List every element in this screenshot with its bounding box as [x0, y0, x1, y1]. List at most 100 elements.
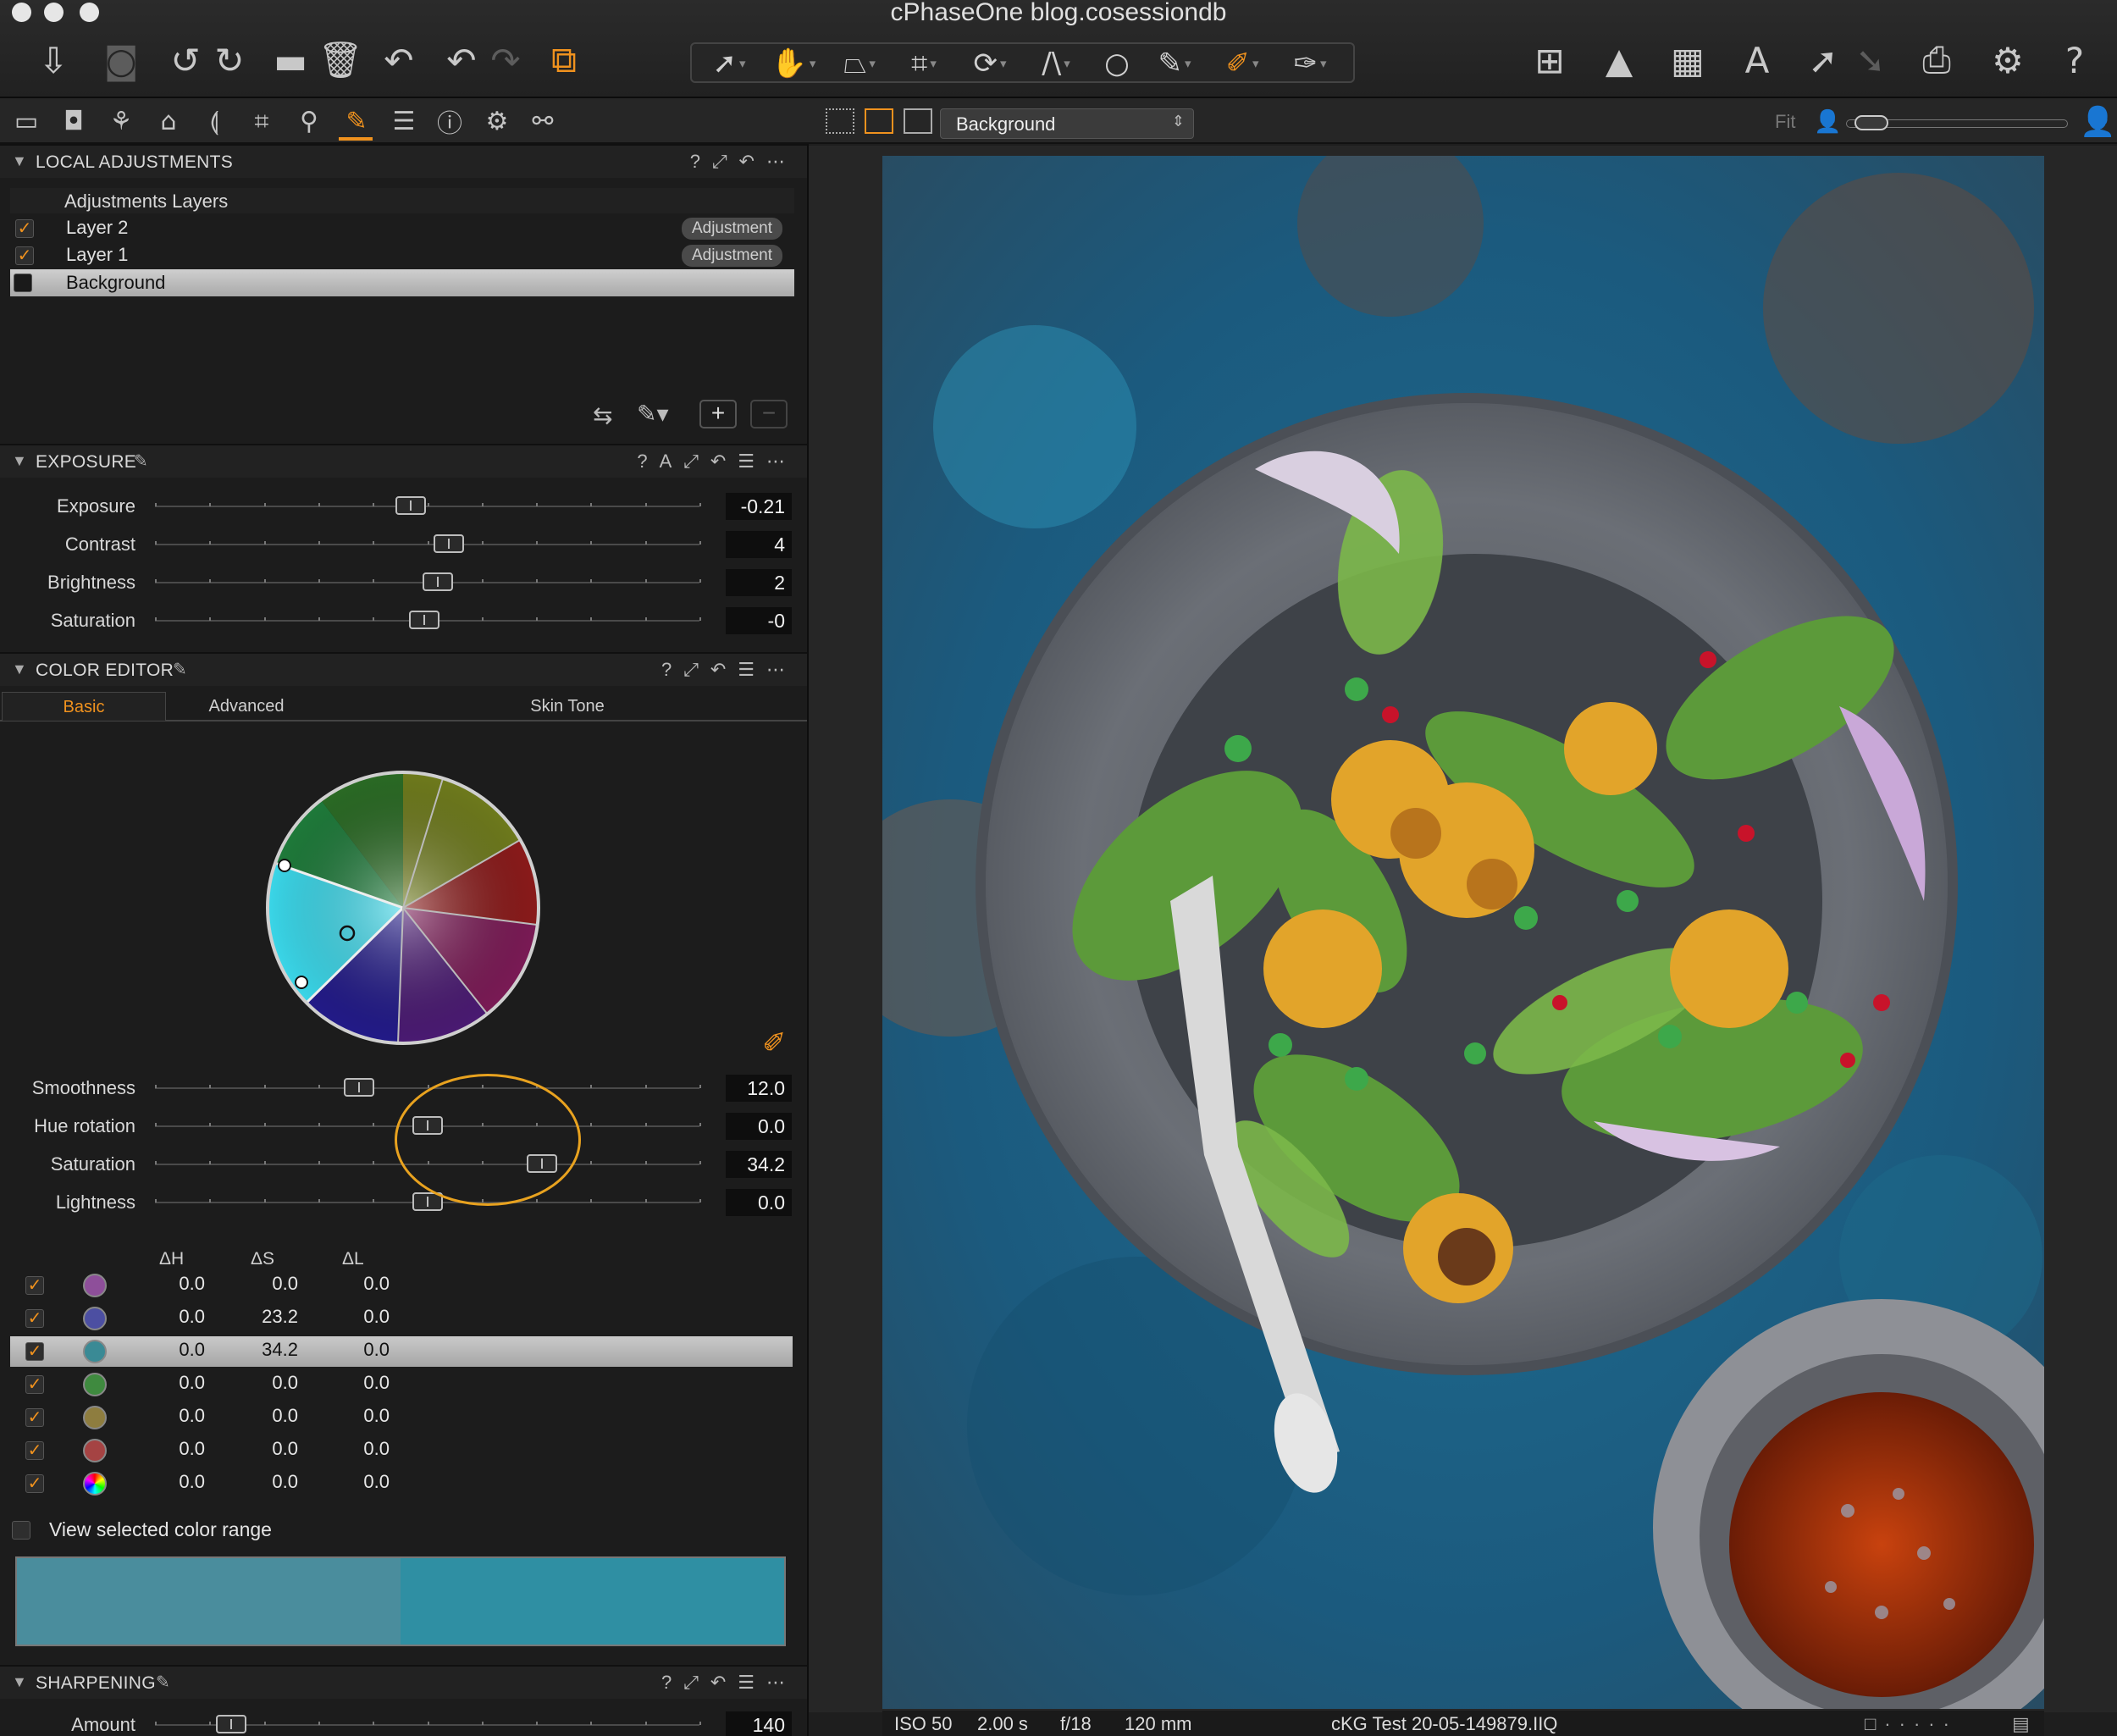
range-enable-checkbox[interactable]: ✓	[25, 1441, 44, 1460]
multi-view-icon[interactable]	[826, 108, 854, 134]
color-swatch-icon[interactable]	[83, 1439, 107, 1462]
metadata-info-icon[interactable]: ⓘ	[432, 103, 467, 139]
slider-value-field[interactable]: 12.0	[726, 1075, 792, 1102]
composition-icon[interactable]: ⟬	[196, 103, 232, 139]
adjustments-gear-icon[interactable]: ⚙	[479, 103, 515, 139]
layer-row[interactable]: ✓ Layer 1 Adjustment	[10, 242, 794, 269]
slider-thumb[interactable]	[423, 572, 454, 591]
tab-advanced[interactable]: Advanced	[166, 692, 327, 721]
collapse-triangle-icon[interactable]: ▼	[12, 152, 27, 170]
color-circles-icon[interactable]: ⚘	[103, 103, 139, 139]
range-enable-checkbox[interactable]: ✓	[25, 1408, 44, 1427]
slider-thumb[interactable]	[395, 496, 427, 515]
color-swatch-icon[interactable]	[83, 1340, 107, 1363]
layer-select[interactable]: Background ⇕	[940, 108, 1194, 139]
color-swatch-icon[interactable]	[83, 1472, 107, 1496]
layer-visible-checkbox[interactable]: ✓	[15, 246, 34, 265]
color-swatch-icon[interactable]	[83, 1406, 107, 1429]
redo-icon[interactable]: ↷	[484, 36, 527, 85]
section-actions[interactable]: ?⤢↶☰⋯	[661, 1672, 797, 1694]
color-range-row[interactable]: ✓ 0.0 0.0 0.0	[10, 1435, 793, 1466]
photo-preview[interactable]	[882, 156, 2044, 1709]
layer-visible-checkbox[interactable]	[14, 274, 32, 292]
output-list-icon[interactable]: ☰	[386, 103, 422, 139]
color-range-row[interactable]: ✓ 0.0 0.0 0.0	[10, 1402, 793, 1433]
rotate-left-icon[interactable]: ↺	[166, 36, 205, 85]
single-view-icon[interactable]	[865, 108, 893, 134]
slider-thumb[interactable]	[216, 1715, 247, 1733]
color-range-row[interactable]: ✓ 0.0 0.0 0.0	[10, 1369, 793, 1400]
view-range-checkbox[interactable]	[12, 1521, 30, 1540]
layer-row-selected[interactable]: Background	[10, 269, 794, 296]
add-layer-button[interactable]: +	[699, 400, 737, 428]
print-icon[interactable]: ⎙	[1915, 36, 1958, 85]
copy-apply-icon[interactable]: ➚	[1804, 36, 1843, 85]
camera-icon[interactable]: ◙	[100, 36, 142, 85]
annotate-icon[interactable]: ✑ ▾	[1285, 44, 1335, 83]
slider-value-field[interactable]: 34.2	[726, 1151, 792, 1178]
perspective-icon[interactable]: /\ ▾	[1031, 44, 1081, 83]
pan-hand-icon[interactable]: ✋ ▾	[768, 44, 819, 83]
grid-view-icon[interactable]: ⊞	[1529, 36, 1570, 85]
slider-value-field[interactable]: -0.21	[726, 493, 792, 520]
range-enable-checkbox[interactable]: ✓	[25, 1342, 44, 1361]
text-overlay-icon[interactable]: A	[1736, 36, 1778, 85]
color-swatch-icon[interactable]	[83, 1307, 107, 1330]
tab-skin-tone[interactable]: Skin Tone	[474, 692, 661, 721]
folder-icon[interactable]: ▬	[269, 36, 312, 85]
lens-icon[interactable]: ⌂	[151, 103, 186, 139]
import-icon[interactable]: ⇩	[34, 36, 73, 85]
remove-layer-button[interactable]: −	[750, 400, 788, 428]
collapse-triangle-icon[interactable]: ▼	[12, 452, 27, 470]
spot-removal-icon[interactable]: ○	[1098, 44, 1136, 83]
slider-value-field[interactable]: 4	[726, 531, 792, 558]
exposure-warning-icon[interactable]: ▲	[1599, 36, 1639, 85]
layer-settings-icon[interactable]: ⇆	[593, 401, 612, 429]
range-enable-checkbox[interactable]: ✓	[25, 1474, 44, 1493]
capture-camera-icon[interactable]: ◘	[56, 103, 91, 139]
section-actions[interactable]: ?⤢↶⋯	[690, 151, 797, 173]
collapse-triangle-icon[interactable]: ▼	[12, 661, 27, 678]
undo-icon[interactable]: ↶	[440, 36, 483, 85]
color-range-row[interactable]: ✓ 0.0 0.0 0.0	[10, 1270, 793, 1301]
color-picker-dropper-icon[interactable]: ✐	[762, 1026, 787, 1060]
color-editor-header[interactable]: ▼ COLOR EDITOR ✎ ?⤢↶☰⋯	[0, 652, 807, 686]
copy-adjustments-icon[interactable]: ⧉	[540, 36, 588, 85]
range-enable-checkbox[interactable]: ✓	[25, 1309, 44, 1328]
apply-icon[interactable]: ➘	[1851, 36, 1890, 85]
details-magnifier-icon[interactable]: ⚲	[291, 103, 327, 139]
slider-thumb[interactable]	[434, 534, 465, 553]
crop-tab-icon[interactable]: ⌗	[244, 103, 279, 139]
color-swatch-icon[interactable]	[83, 1274, 107, 1297]
local-adjustments-header[interactable]: ▼ LOCAL ADJUSTMENTS ?⤢↶⋯	[0, 144, 807, 178]
color-range-row[interactable]: ✓ 0.0 0.0 0.0	[10, 1468, 793, 1499]
batch-icon[interactable]: ⚯	[525, 103, 561, 139]
trash-icon[interactable]: 🗑	[318, 36, 362, 85]
sharpening-header[interactable]: ▼ SHARPENING ✎ ?⤢↶☰⋯	[0, 1665, 807, 1699]
grid-overlay-icon[interactable]: ▦	[1667, 36, 1709, 85]
color-range-row-selected[interactable]: ✓ 0.0 34.2 0.0	[10, 1336, 793, 1367]
slider-value-field[interactable]: 0.0	[726, 1189, 792, 1216]
reset-icon[interactable]: ↶	[378, 36, 420, 85]
help-icon[interactable]: ?	[2056, 36, 2093, 85]
slider-thumb[interactable]	[409, 611, 440, 629]
section-actions[interactable]: ?A⤢↶☰⋯	[637, 451, 797, 473]
proof-view-icon[interactable]	[904, 108, 932, 134]
slider-track[interactable]	[155, 541, 701, 545]
keystone-icon[interactable]: ⏢ ▾	[834, 44, 885, 83]
slider-value-field[interactable]: -0	[726, 607, 792, 634]
edit-pen-icon[interactable]: ✎	[156, 1672, 170, 1693]
range-enable-checkbox[interactable]: ✓	[25, 1276, 44, 1295]
collapse-triangle-icon[interactable]: ▼	[12, 1673, 27, 1691]
local-adjustments-brush-icon[interactable]: ✎	[339, 103, 374, 139]
range-enable-checkbox[interactable]: ✓	[25, 1375, 44, 1394]
slider-value-field[interactable]: 0.0	[726, 1113, 792, 1140]
library-folder-icon[interactable]: ▭	[8, 103, 44, 139]
edit-pen-icon[interactable]: ✎	[173, 659, 187, 680]
color-range-row[interactable]: ✓ 0.0 23.2 0.0	[10, 1303, 793, 1334]
brush-icon[interactable]: ✎ ▾	[1149, 44, 1200, 83]
tab-basic[interactable]: Basic	[2, 692, 166, 721]
rotate-right-icon[interactable]: ↻	[210, 36, 249, 85]
slider-track[interactable]	[155, 503, 701, 507]
zoom-slider-thumb[interactable]	[1854, 115, 1888, 130]
